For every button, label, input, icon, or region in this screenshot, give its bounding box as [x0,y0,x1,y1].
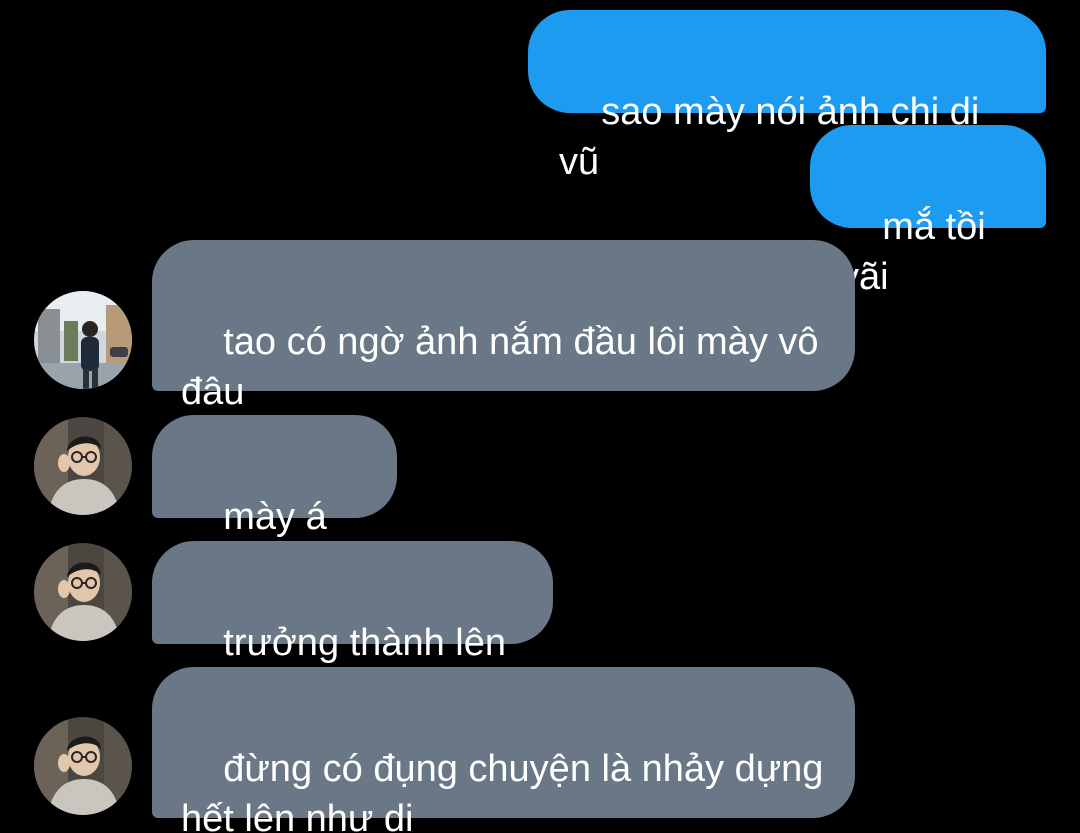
contact-avatar[interactable] [34,717,132,815]
message-bubble-incoming[interactable]: mày á nha [152,415,397,588]
message-bubble-outgoing[interactable]: sao mày nói ảnh chi dị vũ [528,10,1046,183]
message-bubble-outgoing[interactable]: mắ tồi vãi [810,125,1046,298]
message-bubble-incoming[interactable]: đừng có đụng chuyện là nhảy dựng hết lên… [152,667,855,833]
message-bubble-incoming[interactable]: trưởng thành lên đi [152,541,553,714]
street-photo-avatar-icon [34,291,132,389]
message-thread: sao mày nói ảnh chi dị vũ mắ tồi vãi tao… [0,0,1080,833]
glasses-portrait-avatar-icon [34,543,132,641]
glasses-portrait-avatar-icon [34,417,132,515]
contact-avatar[interactable] [34,543,132,641]
contact-avatar[interactable] [34,291,132,389]
message-bubble-incoming[interactable]: tao có ngờ ảnh nắm đầu lôi mày vô đâu [152,240,855,413]
contact-avatar[interactable] [34,417,132,515]
message-text: mắ tồi vãi [840,206,997,298]
message-text: tao có ngờ ảnh nắm đầu lôi mày vô đâu [181,321,830,413]
glasses-portrait-avatar-icon [34,717,132,815]
message-text: đừng có đụng chuyện là nhảy dựng hết lên… [181,748,835,833]
